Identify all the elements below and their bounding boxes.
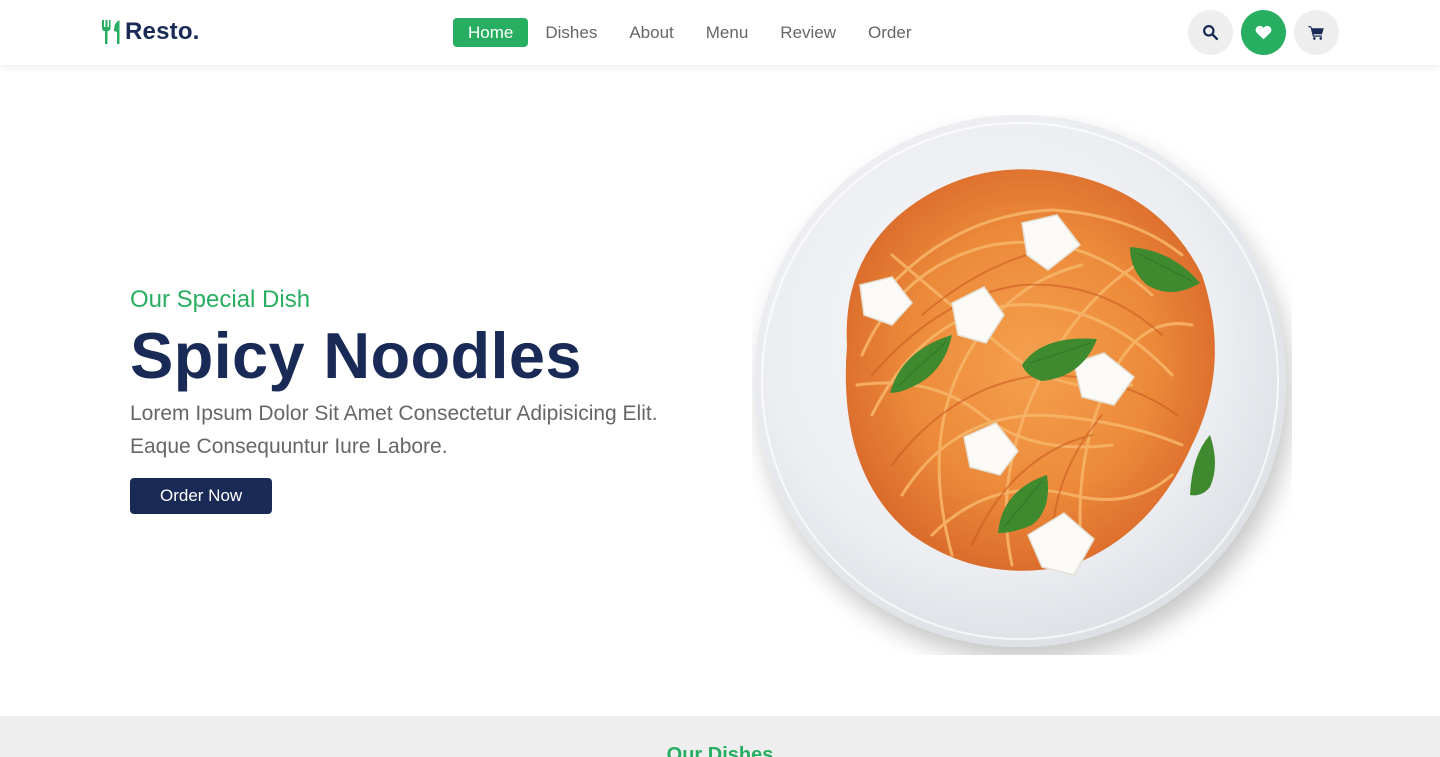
order-now-button[interactable]: Order Now [130,478,273,514]
nav-menu[interactable]: Menu [691,18,764,47]
main-nav: Home Dishes About Menu Review Order [453,18,929,47]
hero-dish-image [752,115,1292,655]
nav-dishes[interactable]: Dishes [530,18,612,47]
dishes-section-heading: Our Dishes [666,744,774,757]
hero-text: Our Special Dish Spicy Noodles Lorem Ips… [130,285,750,514]
site-header: Resto. Home Dishes About Menu Review Ord… [0,0,1440,65]
utensils-icon [102,20,120,44]
search-button[interactable] [1188,10,1233,55]
nav-review[interactable]: Review [765,18,851,47]
logo-text: Resto. [125,18,200,45]
heart-icon [1255,25,1272,40]
cart-button[interactable] [1294,10,1339,55]
header-icons [1188,10,1347,55]
wishlist-button[interactable] [1241,10,1286,55]
hero-subtitle: Our Special Dish [130,286,311,313]
nav-order[interactable]: Order [853,18,926,47]
cart-icon [1308,26,1324,40]
dishes-section: Our Dishes [0,716,1440,757]
spaghetti-plate-illustration [754,115,1286,647]
hero-title: Spicy Noodles [130,319,582,392]
nav-about[interactable]: About [614,18,688,47]
logo[interactable]: Resto. [100,18,200,46]
search-icon [1203,25,1219,41]
hero-description: Lorem Ipsum Dolor Sit Amet Consectetur A… [130,402,658,458]
nav-home[interactable]: Home [453,18,529,47]
